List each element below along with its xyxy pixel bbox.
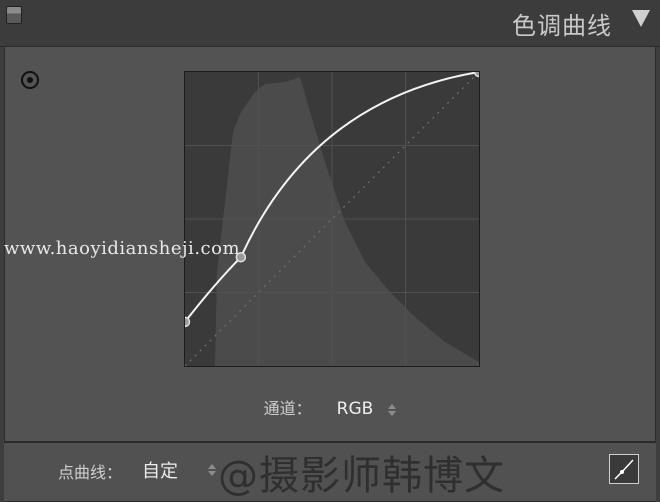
- channel-row: 通道： RGB: [5, 395, 655, 419]
- panel-title[interactable]: 色调曲线: [512, 6, 612, 41]
- channel-label: 通道：: [263, 399, 312, 418]
- point-curve-edit-button[interactable]: [609, 454, 639, 484]
- watermark-url: www.haoyidiansheji.com: [4, 238, 241, 259]
- point-curve-stepper-icon[interactable]: [208, 463, 216, 477]
- curve-icon: [614, 459, 634, 480]
- panel-toggle-icon[interactable]: [6, 6, 22, 24]
- channel-select[interactable]: RGB: [337, 399, 374, 419]
- target-adjust-icon[interactable]: [21, 71, 39, 89]
- point-curve-select[interactable]: 自定: [142, 457, 178, 483]
- tone-curve-graph[interactable]: [184, 71, 480, 367]
- panel-footer: 点曲线： 自定 @摄影师韩博文: [4, 442, 656, 502]
- channel-stepper-icon[interactable]: [388, 403, 397, 417]
- photographer-watermark: @摄影师韩博文: [218, 453, 505, 499]
- triangle-down-icon[interactable]: [632, 10, 650, 27]
- point-curve-label: 点曲线：: [58, 463, 123, 482]
- curve-control-point[interactable]: [473, 71, 481, 78]
- curve-control-point[interactable]: [184, 316, 191, 328]
- panel-header: 色调曲线: [0, 0, 660, 47]
